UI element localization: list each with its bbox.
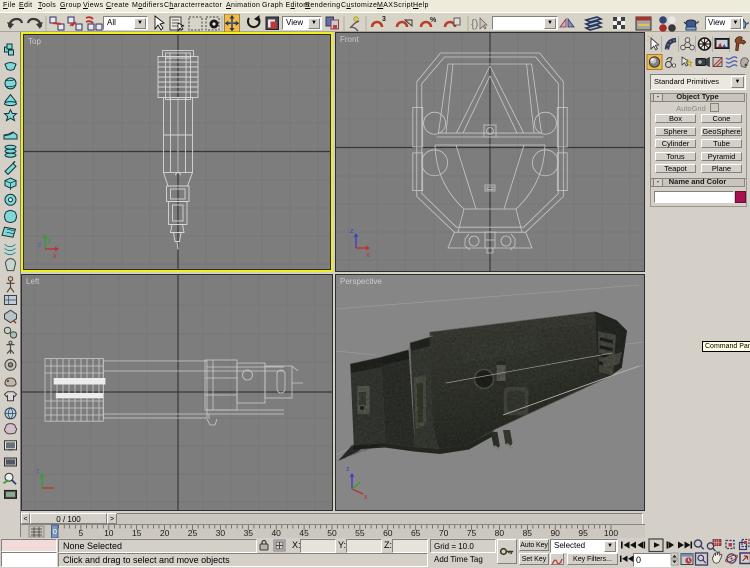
svg-text:x: x: [364, 494, 368, 501]
svg-text:0: 0: [53, 527, 57, 536]
svg-text:50: 50: [327, 528, 337, 538]
svg-text:25: 25: [188, 528, 198, 538]
svg-text:45: 45: [299, 528, 309, 538]
svg-text:55: 55: [355, 528, 365, 538]
svg-text:z: z: [346, 466, 350, 473]
svg-text:x: x: [366, 252, 370, 259]
svg-text:65: 65: [411, 528, 421, 538]
svg-text:x: x: [53, 253, 57, 260]
svg-text:5: 5: [79, 528, 84, 538]
svg-text:z: z: [36, 468, 40, 475]
svg-text:80: 80: [495, 528, 505, 538]
svg-text:30: 30: [216, 528, 226, 538]
svg-text:15: 15: [132, 528, 142, 538]
svg-text:85: 85: [523, 528, 533, 538]
svg-text:y: y: [48, 237, 52, 244]
svg-text:z: z: [350, 228, 354, 235]
svg-text:{): {): [471, 18, 478, 30]
svg-text:60: 60: [383, 528, 393, 538]
svg-text:Left: Left: [26, 277, 40, 286]
svg-text:Perspective: Perspective: [340, 277, 382, 286]
svg-text:75: 75: [467, 528, 477, 538]
svg-text:40: 40: [271, 528, 281, 538]
svg-text:100: 100: [604, 528, 618, 538]
svg-text:Front: Front: [340, 35, 359, 44]
svg-text:90: 90: [550, 528, 560, 538]
svg-text:95: 95: [578, 528, 588, 538]
svg-text:70: 70: [439, 528, 449, 538]
svg-text:20: 20: [160, 528, 170, 538]
svg-text:Top: Top: [28, 37, 41, 46]
svg-text:z: z: [38, 242, 42, 249]
svg-text:10: 10: [104, 528, 114, 538]
svg-text:%: %: [430, 17, 437, 24]
svg-text:3: 3: [382, 16, 386, 23]
svg-text:35: 35: [244, 528, 254, 538]
